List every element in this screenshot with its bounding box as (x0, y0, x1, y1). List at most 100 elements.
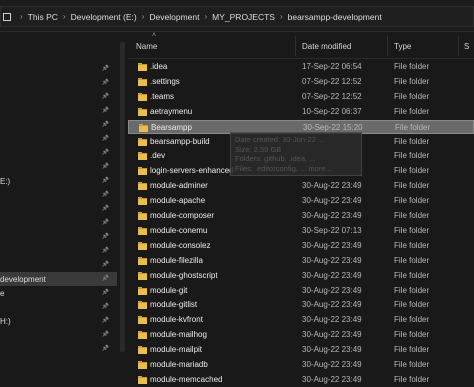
file-name: module-git (150, 285, 188, 295)
breadcrumb-separator-icon[interactable]: › (280, 12, 283, 21)
nav-item[interactable]: 📌 (0, 118, 117, 132)
breadcrumb-separator-icon[interactable]: › (204, 12, 207, 21)
column-divider[interactable] (458, 36, 459, 56)
file-row[interactable]: module-conemu 30-Sep-22 07:13 File folder (128, 224, 474, 238)
file-type: File folder (394, 240, 430, 250)
folder-icon (138, 331, 147, 340)
pin-icon: 📌 (101, 219, 110, 226)
nav-item[interactable]: 📌 (0, 300, 117, 314)
file-row[interactable]: .teams 07-Sep-22 12:52 File folder (128, 90, 474, 104)
pin-icon: 📌 (101, 317, 110, 324)
nav-item[interactable]: H:) 📌 (0, 314, 117, 328)
breadcrumb-item[interactable]: bearsampp-development (288, 12, 382, 22)
column-header-size[interactable]: S (464, 42, 469, 51)
address-bar[interactable]: › This PC › Development (E:) › Development › MY… (0, 0, 474, 32)
file-name: aetraymenu (150, 106, 193, 116)
file-row[interactable]: module-composer 30-Aug-22 23:49 File folde… (128, 209, 474, 223)
column-divider[interactable] (295, 36, 296, 56)
file-row[interactable]: aetraymenu 10-Sep-22 06:37 File folder (128, 105, 474, 119)
folder-icon (138, 197, 147, 206)
file-name: module-adminer (150, 181, 208, 191)
file-row[interactable]: module-git 30-Aug-22 23:49 File folder (128, 284, 474, 298)
file-type: File folder (394, 360, 430, 369)
nav-item[interactable]: 📌 (0, 188, 117, 202)
file-date-modified: 07-Sep-22 12:52 (302, 91, 362, 101)
nav-item[interactable]: 📌 (0, 230, 117, 244)
breadcrumb-item[interactable]: Development (E:) (71, 12, 137, 22)
file-type: File folder (394, 225, 430, 235)
nav-item[interactable]: 📌 (0, 90, 117, 104)
nav-item[interactable]: 📌 (0, 216, 117, 230)
file-row[interactable]: .settings 07-Sep-22 12:52 File folder (128, 75, 474, 89)
file-date-modified: 30-Aug-22 23:49 (302, 330, 362, 340)
breadcrumb-item[interactable]: Development (149, 12, 199, 22)
file-name: .teams (150, 91, 175, 101)
column-header-type[interactable]: Type (394, 42, 411, 51)
breadcrumb-item[interactable]: MY_PROJECTS (212, 12, 275, 22)
nav-scrollbar[interactable] (118, 32, 128, 355)
nav-item-label: development (0, 274, 46, 284)
nav-item[interactable]: 📌 (0, 104, 117, 118)
file-type: File folder (394, 330, 430, 340)
file-date-modified: 30-Aug-22 23:49 (302, 360, 362, 369)
pin-icon: 📌 (101, 331, 110, 338)
nav-item-label: E:) (0, 176, 11, 186)
nav-item[interactable]: 📌 (0, 76, 117, 90)
file-list: ˄ Name Date modified Type S .idea 17-Sep-… (128, 32, 474, 384)
file-row[interactable]: module-mariadb 30-Aug-22 23:49 File folder (128, 358, 474, 372)
breadcrumb-separator-icon[interactable]: › (142, 12, 145, 21)
file-date-modified: 30-Sep-22 07:13 (302, 225, 362, 235)
file-date-modified: 30-Aug-22 23:49 (302, 211, 362, 220)
breadcrumb-item[interactable]: This PC (28, 12, 58, 22)
file-row[interactable]: module-filezilla 30-Aug-22 23:49 File fold… (128, 254, 474, 268)
nav-item[interactable]: e 📌 (0, 286, 117, 300)
nav-scrollbar-thumb[interactable] (120, 42, 125, 352)
folder-icon (138, 256, 147, 265)
nav-item[interactable]: 📌 (0, 132, 117, 146)
file-name: module-kvfront (150, 315, 203, 325)
file-date-modified: 30-Aug-22 23:49 (302, 300, 362, 310)
nav-item[interactable]: E:) 📌 (0, 174, 117, 188)
nav-item[interactable]: development 📌 (0, 272, 117, 286)
file-name: .settings (150, 76, 180, 86)
nav-item[interactable]: 📌 (0, 62, 117, 76)
nav-item[interactable]: 📌 (0, 328, 117, 342)
file-row[interactable]: module-kvfront 30-Aug-22 23:49 File folder (128, 313, 474, 327)
nav-item[interactable] (0, 34, 117, 48)
breadcrumb-separator-icon[interactable]: › (63, 12, 66, 21)
nav-item[interactable]: 📌 (0, 244, 117, 258)
nav-item[interactable]: 📌 (0, 146, 117, 160)
file-name: .idea (150, 62, 168, 71)
nav-item[interactable]: 📌 (0, 160, 117, 174)
breadcrumb-separator-icon[interactable]: › (20, 12, 23, 21)
file-row[interactable]: module-mailhog 30-Aug-22 23:49 File folder (128, 328, 474, 342)
column-header-name[interactable]: Name (136, 42, 157, 51)
nav-item[interactable]: 📌 (0, 342, 117, 355)
nav-item[interactable]: 📌 (0, 202, 117, 216)
file-row[interactable]: module-consolez 30-Aug-22 23:49 File folde… (128, 239, 474, 253)
folder-icon (138, 226, 147, 235)
folder-icon (138, 63, 147, 71)
file-type: File folder (394, 270, 430, 280)
nav-item[interactable]: 📌 (0, 258, 117, 272)
folder-icon (138, 167, 147, 176)
column-header-date[interactable]: Date modified (302, 42, 351, 51)
file-row[interactable]: module-apache 30-Aug-22 23:49 File folder (128, 194, 474, 208)
file-row[interactable]: module-gitlist 30-Aug-22 23:49 File folder (128, 298, 474, 312)
file-type: File folder (394, 300, 430, 310)
file-row[interactable]: module-ghostscript 30-Aug-22 23:49 File fo… (128, 269, 474, 283)
file-row[interactable]: .idea 17-Sep-22 06:54 File folder (128, 60, 474, 74)
column-divider[interactable] (387, 36, 388, 56)
address-box[interactable]: › This PC › Development (E:) › Development › MY… (0, 6, 474, 27)
folder-icon (138, 286, 147, 295)
nav-item[interactable] (0, 48, 117, 62)
file-type: File folder (394, 181, 430, 191)
file-type: File folder (394, 374, 430, 384)
folder-icon (138, 271, 147, 280)
file-row[interactable]: module-memcached 30-Aug-22 23:49 File fold… (128, 373, 474, 387)
folder-icon (138, 77, 147, 86)
pin-icon: 📌 (101, 233, 110, 240)
file-row[interactable]: module-adminer 30-Aug-22 23:49 File folder (128, 179, 474, 193)
pin-icon: 📌 (101, 205, 110, 212)
pin-icon: 📌 (101, 107, 110, 114)
